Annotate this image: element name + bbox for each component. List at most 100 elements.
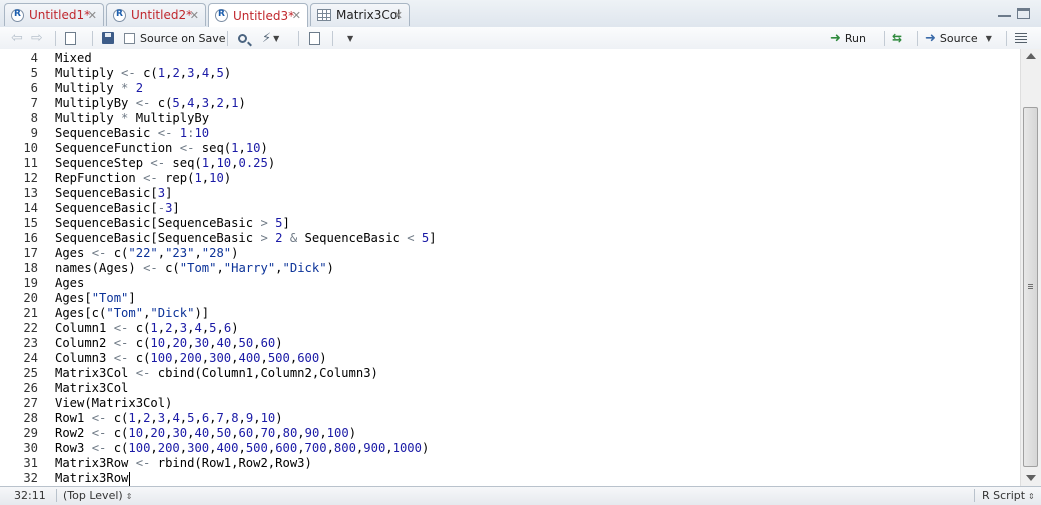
code-token: Matrix3Row bbox=[55, 471, 129, 485]
code-token: 10 bbox=[150, 336, 166, 350]
code-token: , bbox=[209, 336, 217, 350]
close-icon[interactable]: ✕ bbox=[292, 9, 301, 22]
code-text: Ages bbox=[55, 276, 84, 291]
scrollbar-thumb[interactable] bbox=[1023, 107, 1038, 467]
code-line[interactable]: 10 SequenceFunction <- seq(1,10) bbox=[0, 141, 1020, 156]
code-token: > bbox=[260, 231, 268, 245]
code-token: ) bbox=[275, 411, 283, 425]
close-icon[interactable]: ✕ bbox=[88, 9, 97, 22]
tab-matrix3col[interactable]: Matrix3Col ✕ bbox=[310, 3, 410, 26]
code-token: Matrix3Col bbox=[55, 366, 136, 380]
show-in-window-button[interactable] bbox=[65, 30, 76, 46]
code-token: ) bbox=[223, 66, 232, 80]
find-button[interactable] bbox=[238, 30, 247, 46]
line-number: 15 bbox=[23, 216, 38, 230]
code-token: SequenceBasic[SequenceBasic bbox=[55, 216, 261, 230]
code-line[interactable]: 30 Row3 <- c(100,200,300,400,500,600,700,… bbox=[0, 441, 1020, 456]
code-token: 400 bbox=[216, 441, 239, 455]
code-line[interactable]: 23 Column2 <- c(10,20,30,40,50,60) bbox=[0, 336, 1020, 351]
scroll-down-icon[interactable] bbox=[1026, 475, 1036, 481]
code-line[interactable]: 15 SequenceBasic[SequenceBasic > 5] bbox=[0, 216, 1020, 231]
code-line[interactable]: 9 SequenceBasic <- 1:10 bbox=[0, 126, 1020, 141]
code-line[interactable]: 28 Row1 <- c(1,2,3,4,5,6,7,8,9,10) bbox=[0, 411, 1020, 426]
scroll-up-icon[interactable] bbox=[1026, 53, 1036, 59]
code-token: 1 bbox=[128, 411, 136, 425]
back-button[interactable]: ⇦ bbox=[11, 30, 23, 46]
code-text: Multiply <- c(1,2,3,4,5) bbox=[55, 66, 231, 81]
code-token: 10 bbox=[245, 141, 261, 155]
line-number: 6 bbox=[30, 81, 38, 95]
code-text: SequenceBasic[SequenceBasic > 5] bbox=[55, 216, 290, 231]
code-text: Column1 <- c(1,2,3,4,5,6) bbox=[55, 321, 239, 336]
outline-button[interactable] bbox=[1015, 30, 1027, 46]
more-menu-button[interactable]: ▼ bbox=[345, 30, 353, 46]
compile-report-button[interactable] bbox=[309, 30, 320, 46]
scope-selector[interactable]: (Top Level) ⇕ bbox=[63, 489, 132, 502]
code-token: 70 bbox=[260, 426, 276, 440]
code-line[interactable]: 22 Column1 <- c(1,2,3,4,5,6) bbox=[0, 321, 1020, 336]
code-line[interactable]: 24 Column3 <- c(100,200,300,400,500,600) bbox=[0, 351, 1020, 366]
code-line[interactable]: 21 Ages[c("Tom","Dick")] bbox=[0, 306, 1020, 321]
code-line[interactable]: 16 SequenceBasic[SequenceBasic > 2 & Sequ… bbox=[0, 231, 1020, 246]
code-line[interactable]: 11 SequenceStep <- seq(1,10,0.25) bbox=[0, 156, 1020, 171]
code-line[interactable]: 19 Ages bbox=[0, 276, 1020, 291]
code-token: 1 bbox=[150, 321, 158, 335]
code-line[interactable]: 32 Matrix3Row bbox=[0, 471, 1020, 486]
code-line[interactable]: 27 View(Matrix3Col) bbox=[0, 396, 1020, 411]
code-token: 90 bbox=[304, 426, 320, 440]
chevron-down-icon: ▼ bbox=[273, 33, 280, 43]
rerun-button[interactable]: ⇆ bbox=[892, 30, 902, 46]
code-token: )] bbox=[194, 306, 210, 320]
code-line[interactable]: 5 Multiply <- c(1,2,3,4,5) bbox=[0, 66, 1020, 81]
code-token: "Dick" bbox=[150, 306, 195, 320]
code-line[interactable]: 25 Matrix3Col <- cbind(Column1,Column2,Co… bbox=[0, 366, 1020, 381]
code-token: 3 bbox=[157, 411, 166, 425]
chevron-down-icon[interactable]: ▼ bbox=[986, 34, 992, 43]
minimize-icon[interactable] bbox=[998, 8, 1011, 17]
tab-untitled3[interactable]: Untitled3* ✕ bbox=[208, 3, 308, 27]
code-line[interactable]: 17 Ages <- c("22","23","28") bbox=[0, 246, 1020, 261]
close-icon[interactable]: ✕ bbox=[190, 9, 199, 22]
vertical-scrollbar[interactable] bbox=[1020, 49, 1041, 486]
code-line[interactable]: 4 Mixed bbox=[0, 51, 1020, 66]
code-line[interactable]: 29 Row2 <- c(10,20,30,40,50,60,70,80,90,1… bbox=[0, 426, 1020, 441]
tab-untitled2[interactable]: Untitled2* ✕ bbox=[106, 3, 206, 26]
code-token: 30 bbox=[172, 426, 188, 440]
code-token: 4 bbox=[194, 321, 202, 335]
source-on-save-checkbox[interactable] bbox=[124, 32, 135, 44]
code-text: Ages <- c("22","23","28") bbox=[55, 246, 239, 261]
code-token: "22" bbox=[128, 246, 158, 260]
tab-untitled1[interactable]: Untitled1* ✕ bbox=[4, 3, 104, 26]
code-line[interactable]: 12 RepFunction <- rep(1,10) bbox=[0, 171, 1020, 186]
code-tools-button[interactable]: ⚡ ▼ bbox=[262, 30, 279, 46]
code-text: SequenceFunction <- seq(1,10) bbox=[55, 141, 268, 156]
file-type-selector[interactable]: R Script ⇕ bbox=[982, 489, 1035, 502]
code-token: 200 bbox=[179, 351, 202, 365]
code-token: 700 bbox=[304, 441, 327, 455]
code-editor[interactable]: 4 Mixed 5 Multiply <- c(1,2,3,4,5) 6 Multiply… bbox=[0, 49, 1020, 486]
code-line[interactable]: 6 Multiply * 2 bbox=[0, 81, 1020, 96]
code-token: , bbox=[253, 336, 261, 350]
save-button[interactable] bbox=[102, 30, 114, 46]
code-line[interactable]: 31 Matrix3Row <- rbind(Row1,Row2,Row3) bbox=[0, 456, 1020, 471]
code-token: , bbox=[194, 411, 202, 425]
maximize-icon[interactable] bbox=[1017, 8, 1030, 19]
code-token: rbind(Row1,Row2,Row3) bbox=[150, 456, 312, 470]
code-line[interactable]: 8 Multiply * MultiplyBy bbox=[0, 111, 1020, 126]
forward-button[interactable]: ⇨ bbox=[31, 30, 43, 46]
code-token: 500 bbox=[267, 351, 290, 365]
code-token: , bbox=[135, 411, 144, 425]
code-line[interactable]: 14 SequenceBasic[-3] bbox=[0, 201, 1020, 216]
code-line[interactable]: 20 Ages["Tom"] bbox=[0, 291, 1020, 306]
source-on-save-toggle[interactable]: Source on Save bbox=[124, 30, 225, 46]
code-line[interactable]: 13 SequenceBasic[3] bbox=[0, 186, 1020, 201]
code-line[interactable]: 7 MultiplyBy <- c(5,4,3,2,1) bbox=[0, 96, 1020, 111]
code-line[interactable]: 26 Matrix3Col bbox=[0, 381, 1020, 396]
source-button[interactable]: ➜ Source ▼ bbox=[925, 30, 992, 46]
code-token: Ages[c( bbox=[55, 306, 107, 320]
close-icon[interactable]: ✕ bbox=[394, 9, 403, 22]
run-button[interactable]: ➜ Run bbox=[830, 30, 866, 46]
code-line[interactable]: 18 names(Ages) <- c("Tom","Harry","Dick") bbox=[0, 261, 1020, 276]
code-token: 20 bbox=[172, 336, 188, 350]
code-token: "Tom" bbox=[106, 306, 144, 320]
